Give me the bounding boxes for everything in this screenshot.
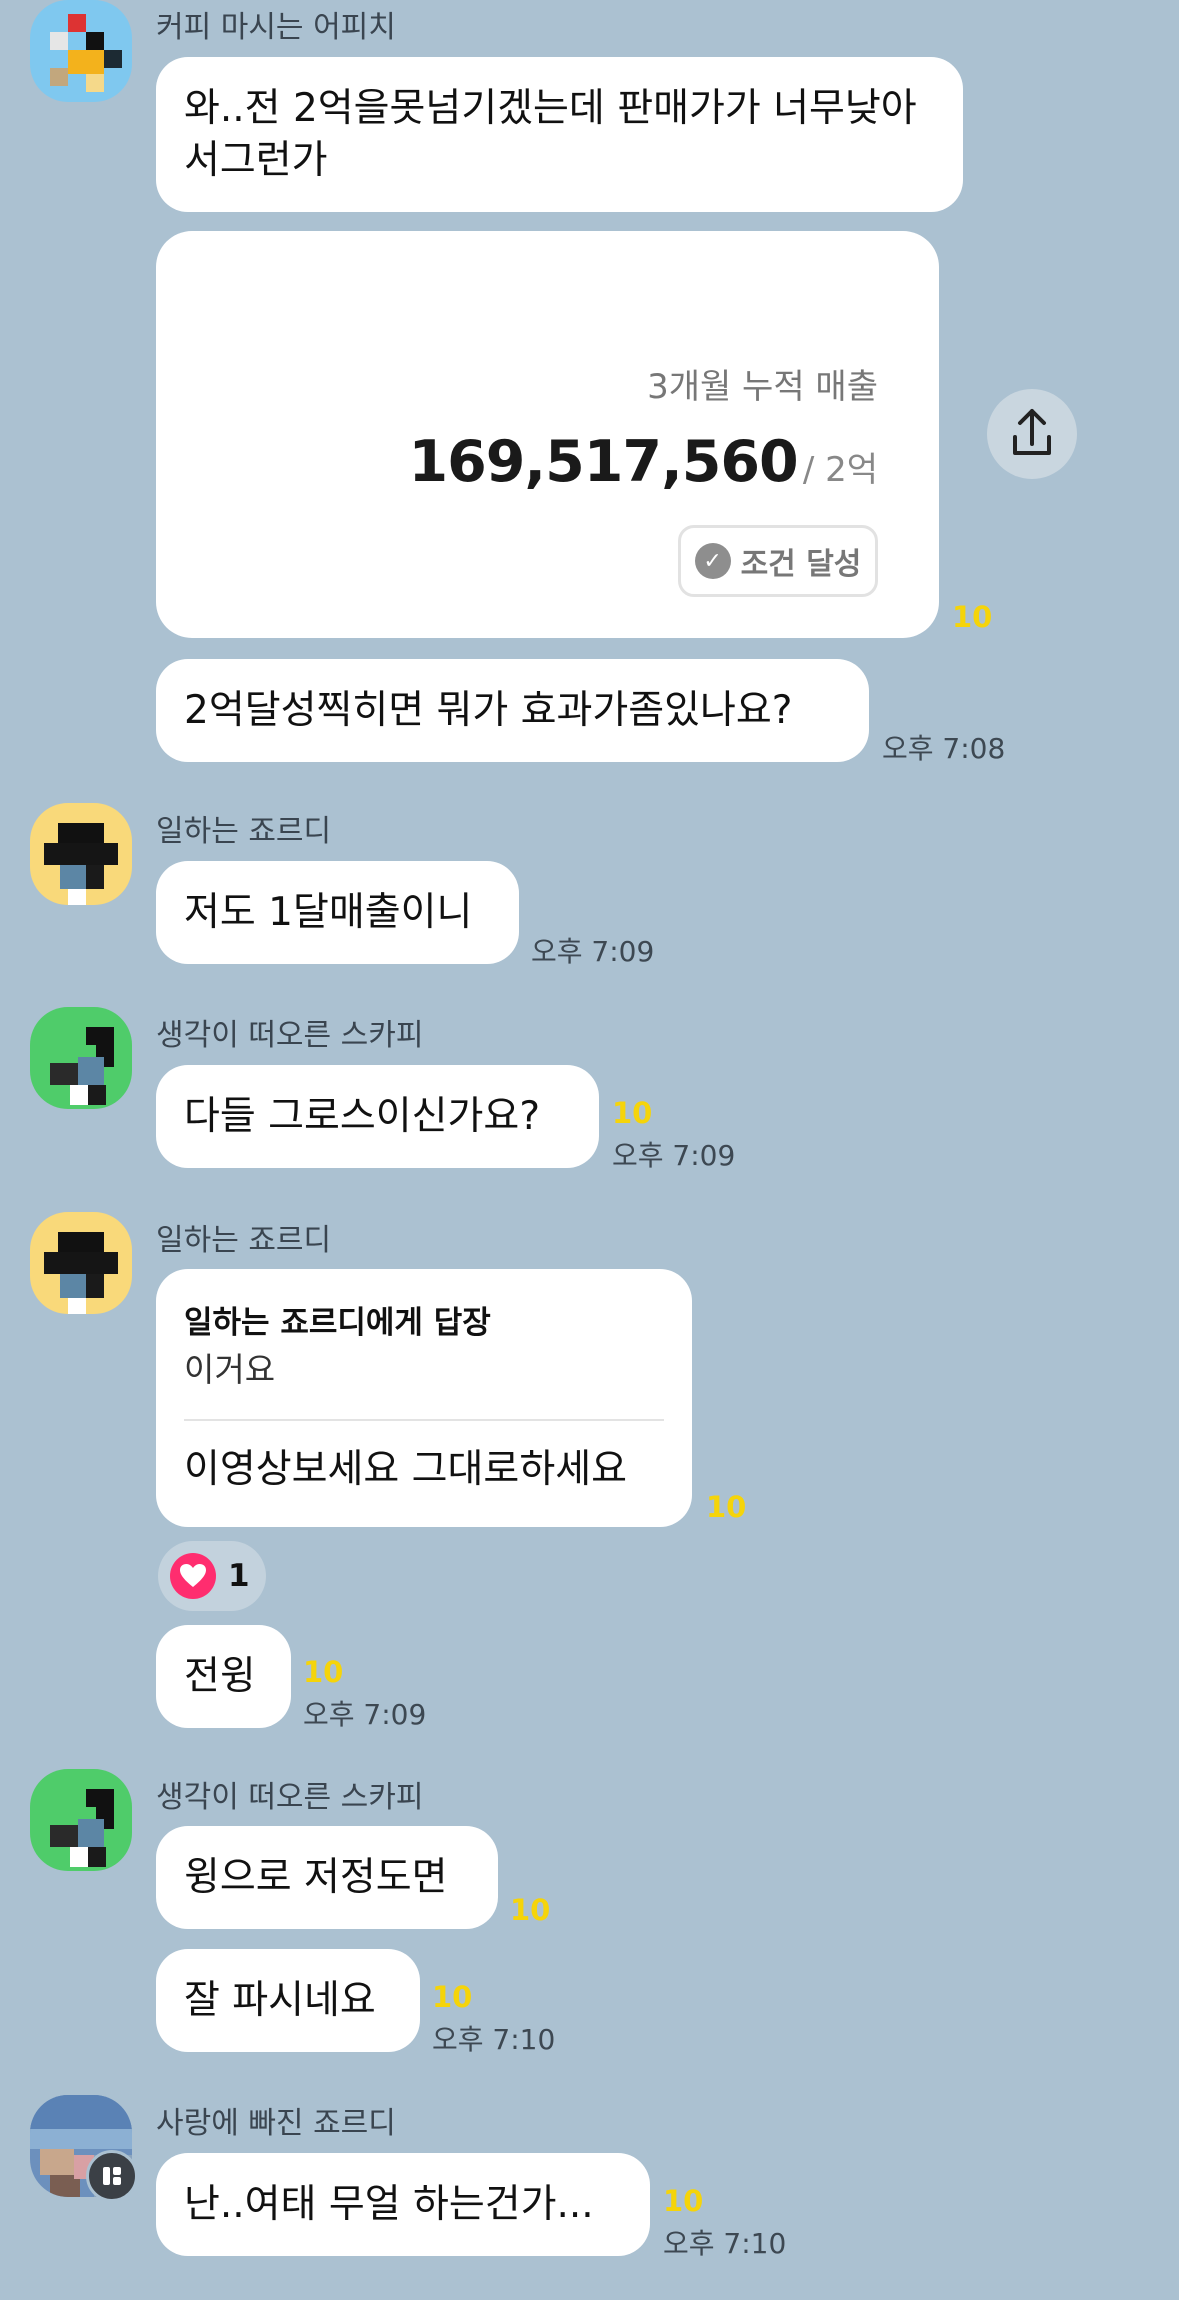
- message-bubble[interactable]: 난..여태 무얼 하는건가...: [156, 2153, 650, 2256]
- sender-name: 생각이 떠오른 스카피: [156, 1780, 424, 1815]
- sales-target: / 2억: [802, 450, 878, 490]
- message-text: 잘 파시네요: [184, 1977, 376, 2023]
- quoted-text: 이거요: [184, 1350, 276, 1389]
- share-icon: [1013, 409, 1051, 455]
- message-bubble[interactable]: 2억달성찍히면 뭐가 효과가좀있나요?: [156, 659, 869, 762]
- message-text: 윙으로 저정도면: [184, 1854, 448, 1900]
- message-time: 오후 7:09: [303, 1698, 427, 1731]
- avatar-scappy[interactable]: [30, 1007, 132, 1109]
- message-time: 오후 7:10: [432, 2023, 556, 2056]
- unread-count: 10: [952, 600, 993, 634]
- avatar-jordy[interactable]: [30, 1212, 132, 1314]
- sender-name: 일하는 죠르디: [156, 814, 332, 849]
- sender-name: 사랑에 빠진 죠르디: [156, 2106, 396, 2141]
- share-button[interactable]: [987, 389, 1077, 479]
- unread-count: 10: [612, 1096, 653, 1130]
- unread-count: 10: [303, 1655, 344, 1689]
- message-time: 오후 7:09: [531, 935, 655, 968]
- reply-header: 일하는 죠르디에게 답장: [184, 1305, 491, 1341]
- achievement-badge: ✓ 조건 달성: [678, 525, 878, 597]
- unread-count: 10: [663, 2184, 704, 2218]
- sender-name: 생각이 떠오른 스카피: [156, 1018, 424, 1053]
- message-time: 오후 7:08: [882, 732, 1006, 765]
- message-bubble[interactable]: 다들 그로스이신가요?: [156, 1065, 599, 1168]
- unread-count: 10: [432, 1980, 473, 2014]
- message-text: 전윙: [184, 1653, 256, 1699]
- card-title: 3개월 누적 매출: [647, 367, 878, 407]
- message-text: 다들 그로스이신가요?: [184, 1093, 541, 1139]
- message-bubble[interactable]: 와..전 2억을못넘기겠는데 판매가가 너무낮아서그런가: [156, 57, 963, 212]
- unread-count: 10: [706, 1490, 747, 1524]
- message-time: 오후 7:09: [612, 1139, 736, 1172]
- avatar-apeach[interactable]: [30, 0, 132, 102]
- reply-bubble[interactable]: 일하는 죠르디에게 답장 이거요 이영상보세요 그대로하세요: [156, 1269, 692, 1527]
- chat-badge-icon: [86, 2150, 138, 2202]
- sender-name: 일하는 죠르디: [156, 1223, 332, 1258]
- message-bubble[interactable]: 저도 1달매출이니: [156, 861, 519, 964]
- check-circle-icon: ✓: [694, 543, 731, 579]
- reply-divider: [184, 1419, 664, 1421]
- message-text: 저도 1달매출이니: [184, 889, 473, 935]
- sales-amount: 169,517,560: [408, 429, 798, 495]
- message-bubble[interactable]: 잘 파시네요: [156, 1949, 420, 2052]
- avatar-jordy[interactable]: [30, 803, 132, 905]
- message-text: 와..전 2억을못넘기겠는데 판매가가 너무낮아서그런가: [184, 85, 917, 183]
- message-text: 2억달성찍히면 뭐가 효과가좀있나요?: [184, 687, 793, 733]
- badge-label: 조건 달성: [740, 547, 862, 582]
- message-text: 이영상보세요 그대로하세요: [184, 1447, 627, 1492]
- sales-card[interactable]: 3개월 누적 매출 169,517,560 / 2억 ✓ 조건 달성: [156, 231, 939, 638]
- unread-count: 10: [510, 1893, 551, 1927]
- sender-name: 커피 마시는 어피치: [156, 10, 396, 45]
- message-bubble[interactable]: 윙으로 저정도면: [156, 1826, 498, 1929]
- message-bubble[interactable]: 전윙: [156, 1625, 291, 1728]
- avatar-scappy[interactable]: [30, 1769, 132, 1871]
- reaction-chip[interactable]: 1: [158, 1541, 266, 1611]
- heart-icon: [170, 1553, 216, 1599]
- message-time: 오후 7:10: [663, 2227, 787, 2260]
- reaction-count: 1: [228, 1558, 250, 1594]
- message-text: 난..여태 무얼 하는건가...: [184, 2181, 594, 2227]
